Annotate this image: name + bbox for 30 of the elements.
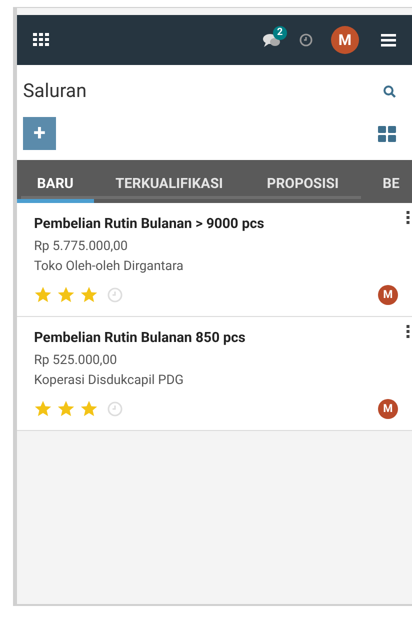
card-title: Pembelian Rutin Bulanan 850 pcs	[34, 329, 246, 348]
search-icon[interactable]	[383, 84, 396, 98]
star-icon[interactable]	[80, 286, 98, 304]
user-avatar[interactable]: M	[378, 285, 398, 305]
clock-icon[interactable]	[299, 33, 313, 47]
stage-tab[interactable]: TERKUALIFIKASI	[94, 164, 245, 203]
card-amount: Rp 525.000,00	[34, 352, 118, 370]
create-button[interactable]: +	[23, 117, 56, 150]
card-customer: Koperasi Disdukcapil PDG	[34, 372, 185, 390]
opportunity-card[interactable]: Pembelian Rutin Bulanan 850 pcs Rp 525.000,00 Koperasi Disdukcapil PDG M	[17, 317, 412, 431]
opportunity-card[interactable]: Pembelian Rutin Bulanan > 9000 pcs Rp 5.775.000,00 Toko Oleh-oleh Dirgantara M	[17, 203, 412, 317]
star-icon[interactable]	[80, 400, 98, 418]
apps-icon[interactable]	[33, 33, 49, 47]
more-options-icon[interactable]	[406, 325, 410, 338]
message-count-badge: 2	[273, 26, 287, 40]
menu-icon[interactable]	[381, 34, 396, 46]
page-title: Saluran	[23, 79, 87, 103]
star-icon[interactable]	[57, 400, 75, 418]
star-icon[interactable]	[34, 400, 52, 418]
star-icon[interactable]	[34, 286, 52, 304]
card-title: Pembelian Rutin Bulanan > 9000 pcs	[34, 215, 266, 234]
card-amount: Rp 5.775.000,00	[34, 238, 129, 256]
kanban-view-icon[interactable]	[378, 126, 396, 142]
more-options-icon[interactable]	[406, 211, 410, 224]
user-avatar[interactable]: M	[331, 26, 359, 54]
card-customer: Toko Oleh-oleh Dirgantara	[34, 258, 184, 276]
star-icon[interactable]	[57, 286, 75, 304]
user-avatar[interactable]: M	[378, 399, 398, 419]
stage-tab[interactable]: PROPOSISI	[244, 164, 361, 203]
stage-tab[interactable]: BE	[360, 164, 412, 203]
